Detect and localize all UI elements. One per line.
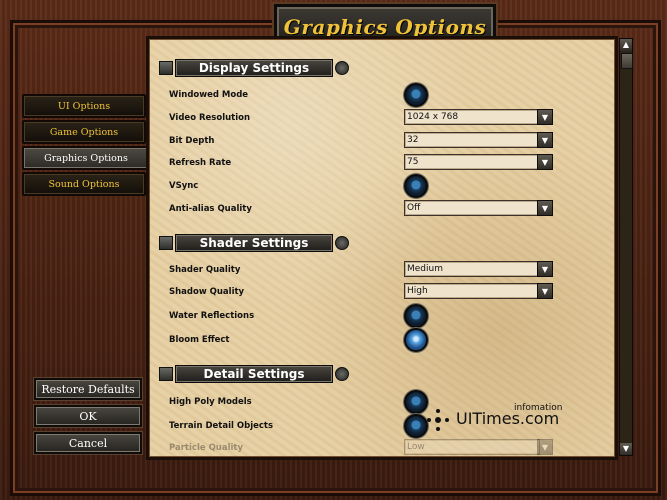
chevron-down-icon[interactable]: ▼ — [537, 154, 553, 170]
scroll-thumb[interactable] — [621, 53, 633, 69]
particle-quality-label: Particle Quality — [169, 443, 244, 453]
windowed-mode-toggle[interactable] — [404, 83, 428, 107]
terrain-detail-objects-label: Terrain Detail Objects — [169, 421, 274, 431]
terrain-detail-objects-toggle[interactable] — [404, 414, 428, 438]
collapse-icon[interactable] — [159, 367, 173, 381]
sidebar-item-graphics-options[interactable]: Graphics Options — [22, 146, 150, 170]
sidebar-item-sound-options[interactable]: Sound Options — [22, 172, 146, 196]
shadow-quality-label: Shadow Quality — [169, 287, 245, 297]
collapse-icon[interactable] — [159, 61, 173, 75]
sidebar-item-label: UI Options — [57, 100, 111, 112]
refresh-rate-select[interactable]: 75 — [404, 154, 540, 170]
bit-depth-label: Bit Depth — [169, 136, 215, 146]
select-value: High — [407, 286, 428, 296]
chevron-down-icon[interactable]: ▼ — [537, 132, 553, 148]
windowed-mode-label: Windowed Mode — [169, 90, 249, 100]
video-resolution-label: Video Resolution — [169, 113, 251, 123]
high-poly-models-toggle[interactable] — [404, 390, 428, 414]
anti-alias-label: Anti-alias Quality — [169, 204, 252, 214]
bloom-effect-label: Bloom Effect — [169, 335, 230, 345]
sidebar-item-label: Graphics Options — [44, 152, 128, 164]
chevron-down-icon[interactable]: ▼ — [537, 200, 553, 216]
button-label: OK — [79, 409, 97, 423]
water-reflections-toggle[interactable] — [404, 304, 428, 328]
vertical-scrollbar[interactable]: ▲ ▼ — [619, 38, 633, 456]
chevron-down-icon[interactable]: ▼ — [537, 109, 553, 125]
section-header-detail[interactable]: Detail Settings — [159, 365, 349, 383]
section-header-shader[interactable]: Shader Settings — [159, 234, 349, 252]
section-title: Detail Settings — [203, 367, 305, 381]
shader-quality-select[interactable]: Medium — [404, 261, 540, 277]
button-label: Cancel — [68, 436, 108, 450]
cancel-button[interactable]: Cancel — [34, 432, 142, 454]
section-title: Shader Settings — [199, 236, 309, 250]
sidebar-item-game-options[interactable]: Game Options — [22, 120, 146, 144]
anti-alias-select[interactable]: Off — [404, 200, 540, 216]
scroll-up-icon[interactable]: ▲ — [620, 39, 632, 51]
water-reflections-label: Water Reflections — [169, 311, 255, 321]
section-end-icon — [335, 61, 349, 75]
section-end-icon — [335, 367, 349, 381]
section-title: Display Settings — [198, 61, 310, 75]
shadow-quality-select[interactable]: High — [404, 283, 540, 299]
select-value: Medium — [407, 264, 443, 274]
chevron-down-icon[interactable]: ▼ — [537, 261, 553, 277]
watermark-brand: UITimes.com — [456, 409, 560, 428]
scroll-down-icon[interactable]: ▼ — [620, 443, 632, 455]
select-value: 75 — [407, 157, 419, 167]
bit-depth-select[interactable]: 32 — [404, 132, 540, 148]
collapse-icon[interactable] — [159, 236, 173, 250]
ok-button[interactable]: OK — [34, 405, 142, 427]
vsync-label: VSync — [169, 181, 199, 191]
button-label: Restore Defaults — [41, 382, 135, 396]
refresh-rate-label: Refresh Rate — [169, 158, 232, 168]
select-value: 32 — [407, 135, 419, 145]
section-header-display[interactable]: Display Settings — [159, 59, 349, 77]
select-value: Low — [407, 442, 425, 452]
settings-panel: Display Settings Windowed Mode Video Res… — [146, 36, 618, 460]
watermark: infomation UITimes.com — [426, 403, 576, 443]
shader-quality-label: Shader Quality — [169, 265, 241, 275]
select-value: 1024 x 768 — [407, 112, 459, 122]
video-resolution-select[interactable]: 1024 x 768 — [404, 109, 540, 125]
sidebar-item-label: Game Options — [49, 126, 119, 138]
bloom-effect-toggle[interactable] — [404, 328, 428, 352]
select-value: Off — [407, 203, 421, 213]
crosshair-icon — [427, 409, 449, 431]
restore-defaults-button[interactable]: Restore Defaults — [34, 378, 142, 400]
sidebar-item-label: Sound Options — [48, 178, 120, 190]
sidebar-item-ui-options[interactable]: UI Options — [22, 94, 146, 118]
vsync-toggle[interactable] — [404, 174, 428, 198]
section-end-icon — [335, 236, 349, 250]
high-poly-models-label: High Poly Models — [169, 397, 252, 407]
chevron-down-icon[interactable]: ▼ — [537, 283, 553, 299]
